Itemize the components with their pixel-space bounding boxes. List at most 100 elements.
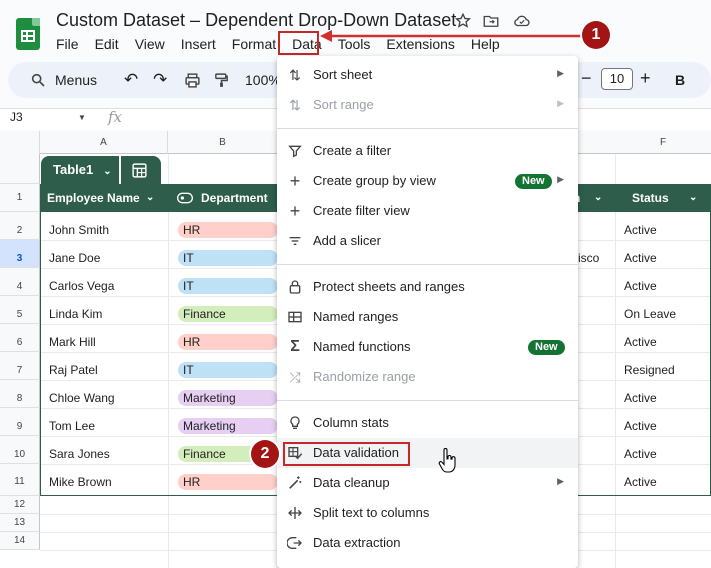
row-header[interactable]	[0, 154, 40, 184]
cell-name[interactable]: Tom Lee	[49, 419, 95, 433]
menu-item-sort-sheet[interactable]: ⇅ Sort sheet ▶	[277, 60, 578, 90]
decrease-font-size-icon[interactable]: −	[581, 68, 592, 89]
spreadsheet-app: Custom Dataset – Dependent Drop-Down Dat…	[0, 0, 711, 568]
row-header-3[interactable]: 3	[0, 240, 40, 268]
table-icon	[288, 311, 302, 323]
name-box[interactable]: J3	[10, 110, 23, 124]
cell-name[interactable]: Carlos Vega	[49, 279, 114, 293]
cell-name[interactable]: Sara Jones	[49, 447, 110, 461]
column-header-b[interactable]: B	[168, 131, 278, 154]
increase-font-size-icon[interactable]: +	[640, 68, 651, 89]
table-view-button[interactable]	[121, 156, 161, 184]
header-column-e-chevron-icon[interactable]: ⌄	[594, 184, 602, 212]
menu-item-named-functions[interactable]: Σ Named functions New	[277, 332, 578, 362]
row-header-13[interactable]: 13	[0, 514, 40, 532]
department-chip[interactable]: Marketing	[178, 390, 278, 406]
department-chip[interactable]: Finance	[178, 306, 278, 322]
submenu-arrow-icon: ▶	[557, 476, 564, 486]
cell-name[interactable]: Raj Patel	[49, 363, 98, 377]
menu-item-data-cleanup[interactable]: Data cleanup ▶	[277, 468, 578, 498]
menu-item-column-stats[interactable]: Column stats	[277, 408, 578, 438]
cell-name[interactable]: Jane Doe	[49, 251, 100, 265]
shuffle-icon: ⤮	[289, 369, 301, 385]
cell-name[interactable]: Mark Hill	[49, 335, 96, 349]
menu-item-named-ranges[interactable]: Named ranges	[277, 302, 578, 332]
redo-icon[interactable]: ↷	[153, 70, 167, 90]
zoom-select[interactable]: 100%	[245, 72, 281, 88]
undo-icon[interactable]: ↶	[124, 70, 138, 90]
department-chip[interactable]: Marketing	[178, 418, 278, 434]
cell-status[interactable]: Active	[624, 447, 657, 461]
table-name-tab[interactable]: Table1 ⌄	[41, 156, 119, 184]
column-header-a[interactable]: A	[40, 131, 168, 154]
row-header-11[interactable]: 11	[0, 464, 40, 496]
extract-icon	[287, 537, 302, 549]
menu-item-add-slicer[interactable]: Add a slicer	[277, 226, 578, 256]
menu-view[interactable]: View	[135, 36, 165, 54]
menu-divider	[277, 264, 578, 265]
column-header-f[interactable]: F	[615, 131, 711, 154]
paint-format-icon[interactable]	[213, 72, 230, 89]
cell-status[interactable]: Active	[624, 279, 657, 293]
menu-item-create-filter[interactable]: Create a filter	[277, 136, 578, 166]
row-header-9[interactable]: 9	[0, 408, 40, 436]
department-chip[interactable]: HR	[178, 474, 278, 490]
row-header-12[interactable]: 12	[0, 496, 40, 514]
step-1-badge: 1	[582, 21, 610, 49]
row-header-7[interactable]: 7	[0, 352, 40, 380]
cell-status[interactable]: Active	[624, 475, 657, 489]
header-employee-name[interactable]: Employee Name	[47, 184, 140, 212]
department-chip[interactable]: IT	[178, 362, 278, 378]
department-chip[interactable]: IT	[178, 250, 278, 266]
menu-file[interactable]: File	[56, 36, 79, 54]
header-employee-name-chevron-icon[interactable]: ⌄	[146, 184, 154, 212]
cell-status[interactable]: Active	[624, 419, 657, 433]
cell-status[interactable]: Active	[624, 223, 657, 237]
print-icon[interactable]	[184, 72, 201, 89]
menu-item-split-text[interactable]: Split text to columns	[277, 498, 578, 528]
select-all-corner[interactable]	[0, 131, 40, 154]
search-menus-button[interactable]: Menus	[55, 72, 97, 88]
department-chip[interactable]: HR	[178, 222, 278, 238]
name-box-dropdown-icon[interactable]: ▼	[78, 113, 86, 122]
row-header-6[interactable]: 6	[0, 324, 40, 352]
header-status[interactable]: Status	[632, 184, 669, 212]
table-menu-chevron-icon[interactable]: ⌄	[103, 166, 111, 177]
table-name: Table1	[53, 162, 94, 177]
sheets-logo-icon[interactable]	[16, 18, 40, 50]
header-status-chevron-icon[interactable]: ⌄	[689, 184, 697, 212]
cell-name[interactable]: John Smith	[49, 223, 109, 237]
menu-item-label: Split text to columns	[313, 505, 430, 520]
row-header-2[interactable]: 2	[0, 212, 40, 240]
cell-name[interactable]: Chloe Wang	[49, 391, 115, 405]
menu-item-create-group-by-view[interactable]: + Create group by view New ▶	[277, 166, 578, 196]
menu-item-sort-range: ⇅ Sort range ▶	[277, 90, 578, 120]
cell-status[interactable]: Active	[624, 391, 657, 405]
menu-item-create-filter-view[interactable]: + Create filter view	[277, 196, 578, 226]
bold-button[interactable]: B	[675, 72, 685, 88]
menu-format[interactable]: Format	[232, 36, 276, 54]
row-header-5[interactable]: 5	[0, 296, 40, 324]
split-icon	[288, 507, 302, 519]
cell-status[interactable]: On Leave	[624, 307, 676, 321]
row-header-1[interactable]: 1	[0, 184, 40, 212]
menu-item-data-extraction[interactable]: Data extraction	[277, 528, 578, 558]
font-size-input[interactable]: 10	[601, 68, 633, 90]
cell-name[interactable]: Linda Kim	[49, 307, 102, 321]
cell-name[interactable]: Mike Brown	[49, 475, 112, 489]
search-icon[interactable]	[30, 72, 46, 88]
submenu-arrow-icon: ▶	[557, 68, 564, 78]
cell-status[interactable]: Active	[624, 251, 657, 265]
header-department[interactable]: Department	[201, 184, 268, 212]
department-chip[interactable]: HR	[178, 334, 278, 350]
menu-insert[interactable]: Insert	[181, 36, 216, 54]
cell-status[interactable]: Resigned	[624, 363, 675, 377]
cell-status[interactable]: Active	[624, 335, 657, 349]
row-header-4[interactable]: 4	[0, 268, 40, 296]
menu-edit[interactable]: Edit	[95, 36, 119, 54]
department-chip[interactable]: IT	[178, 278, 278, 294]
row-header-14[interactable]: 14	[0, 532, 40, 550]
row-header-8[interactable]: 8	[0, 380, 40, 408]
row-header-10[interactable]: 10	[0, 436, 40, 464]
menu-item-protect-sheets[interactable]: Protect sheets and ranges	[277, 272, 578, 302]
